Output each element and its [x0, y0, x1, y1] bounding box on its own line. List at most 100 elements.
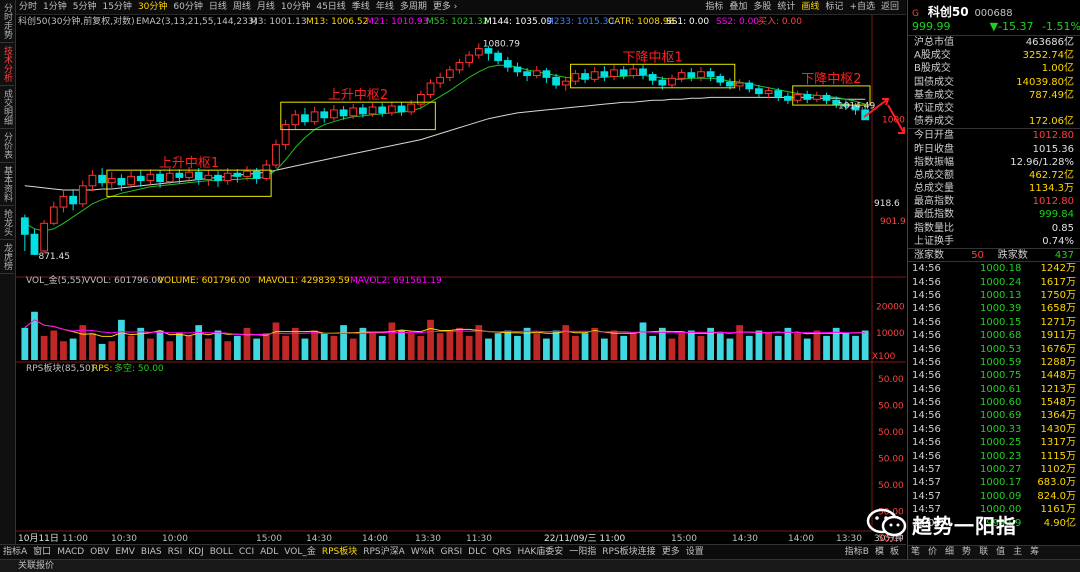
tick-list[interactable]: 14:56 1000.18 1242万 14:56 1000.24 1617万 14:56 1…: [908, 261, 1080, 530]
period-tab[interactable]: 季线: [349, 0, 373, 15]
indicator-tab[interactable]: W%R: [408, 545, 438, 559]
indicator-tab[interactable]: VOL_金: [281, 545, 319, 559]
panel-tab[interactable]: 笔: [911, 547, 920, 557]
candle-body: [78, 185, 87, 205]
period-tab[interactable]: 1分钟: [40, 0, 70, 15]
left-tab[interactable]: 分时走势: [0, 0, 14, 43]
indicator-tab[interactable]: KDJ: [185, 545, 207, 559]
left-tab[interactable]: 基本资料: [0, 163, 14, 206]
candle-body: [677, 72, 686, 79]
period-tab[interactable]: 月线: [254, 0, 278, 15]
toolbar-button[interactable]: 标记: [822, 0, 846, 15]
toolbar-button[interactable]: 统计: [774, 0, 798, 15]
period-tab[interactable]: 日线: [206, 0, 230, 15]
toolbar-button[interactable]: 画线: [798, 0, 822, 15]
candle-body: [735, 82, 744, 87]
indicator-tab[interactable]: 更多: [659, 545, 683, 559]
indicator-b-tab[interactable]: 指标B: [842, 545, 872, 559]
candle-body: [716, 75, 725, 83]
indicator-tab[interactable]: 一阳指: [566, 545, 599, 559]
volume-bar: [253, 338, 261, 360]
toolbar-button[interactable]: 多股: [750, 0, 774, 15]
toolbar-button[interactable]: 叠加: [726, 0, 750, 15]
indicator-tab[interactable]: QRS: [489, 545, 514, 559]
left-tab[interactable]: 龙虎榜: [0, 240, 14, 274]
period-tab[interactable]: 5分钟: [70, 0, 100, 15]
period-tab[interactable]: 45日线: [313, 0, 348, 15]
candle-body: [107, 177, 116, 184]
panel-tab[interactable]: 价: [928, 547, 937, 557]
period-tab[interactable]: 15分钟: [99, 0, 134, 15]
down-count-label: 跌家数: [997, 250, 1028, 261]
candle-body: [764, 90, 773, 95]
indicator-tab[interactable]: DLC: [465, 545, 489, 559]
indicator-b-tab[interactable]: 模: [872, 545, 887, 559]
volume-bar: [320, 333, 328, 360]
low-price-label: 871.45: [38, 252, 69, 262]
period-tab[interactable]: 周线: [230, 0, 254, 15]
left-tab[interactable]: 抢龙头: [0, 206, 14, 240]
volume-bar: [311, 330, 318, 360]
left-tab[interactable]: 技术分析: [0, 43, 14, 86]
indicator-tab[interactable]: HAK庙委安: [514, 545, 566, 559]
volume-bar: [272, 322, 280, 360]
left-tab[interactable]: 成交明细: [0, 86, 14, 129]
quote-panel-tabs: 笔价细势联值主筹: [908, 545, 1080, 559]
volume-bar: [185, 335, 193, 360]
indicator-tab[interactable]: RPS板块: [319, 545, 360, 559]
stat-row: A股成交 3252.74亿: [908, 49, 1080, 62]
pivot-zone-label: 上升中枢2: [328, 88, 388, 103]
indicator-tab[interactable]: 指标A: [0, 545, 30, 559]
indicator-tab[interactable]: RPS沪深A: [360, 545, 408, 559]
candle-body: [223, 172, 232, 182]
tick-volume: 1213万: [1040, 383, 1076, 395]
panel-tab[interactable]: 势: [962, 547, 971, 557]
rps-legend-mid: 多空: 50.00: [114, 362, 164, 374]
indicator-tab[interactable]: MACD: [54, 545, 87, 559]
ma-legend-item: EMA2(3,13,21,55,144,233): [136, 17, 257, 27]
indicator-tab[interactable]: 设置: [683, 545, 707, 559]
tick-volume: 1288万: [1040, 356, 1076, 368]
vol-legend-item: VOL_金(5,55): [26, 274, 85, 286]
candle-body: [330, 109, 338, 119]
indicator-tab[interactable]: BIAS: [138, 545, 165, 559]
panel-tab[interactable]: 主: [1013, 547, 1022, 557]
indicator-tab[interactable]: 窗口: [30, 545, 54, 559]
panel-tab[interactable]: 筹: [1030, 547, 1039, 557]
panel-tab[interactable]: 值: [996, 547, 1005, 557]
candle-body: [214, 174, 222, 182]
indicator-tab[interactable]: BOLL: [207, 545, 236, 559]
toolbar-button[interactable]: +自选: [846, 0, 878, 15]
indicator-tab[interactable]: ADL: [257, 545, 281, 559]
indicator-tab[interactable]: RPS板块连接: [599, 545, 658, 559]
period-tab[interactable]: 10分钟: [278, 0, 313, 15]
toolbar-button[interactable]: 指标: [702, 0, 726, 15]
indicator-tab[interactable]: OBV: [87, 545, 112, 559]
period-tab[interactable]: 年线: [373, 0, 397, 15]
tick-time: 14:56: [912, 263, 941, 275]
panel-tab[interactable]: 细: [945, 547, 954, 557]
tick-price: 1000.27: [979, 464, 1022, 476]
indicator-b-tab[interactable]: 板: [887, 545, 902, 559]
panel-tab[interactable]: 联: [979, 547, 988, 557]
tick-price: 1000.53: [979, 343, 1022, 355]
indicator-tab[interactable]: CCI: [236, 545, 257, 559]
period-tab[interactable]: 多周期: [397, 0, 430, 15]
tick-row: 14:56 1000.59 1288万: [908, 356, 1080, 369]
left-tab[interactable]: 分价表: [0, 129, 14, 163]
candle-body: [291, 114, 300, 126]
candle-body: [745, 82, 754, 90]
chart-area[interactable]: 科创50(30分钟,前复权,对数) EMA2(3,13,21,55,144,233…: [16, 15, 906, 545]
period-tab[interactable]: 60分钟: [170, 0, 205, 15]
indicator-tab[interactable]: EMV: [112, 545, 138, 559]
period-tab[interactable]: 分时: [16, 0, 40, 15]
toolbar-button[interactable]: 返回: [878, 0, 902, 15]
volume-bar: [581, 333, 589, 360]
time-label: 15:00: [256, 534, 282, 544]
indicator-tab[interactable]: GRSI: [438, 545, 466, 559]
period-tab[interactable]: 更多 ›: [430, 0, 460, 15]
period-tab[interactable]: 30分钟: [135, 0, 170, 15]
stat-row: 总成交额 462.72亿: [908, 169, 1080, 182]
tick-volume: 1750万: [1040, 289, 1076, 301]
indicator-tab[interactable]: RSI: [165, 545, 186, 559]
